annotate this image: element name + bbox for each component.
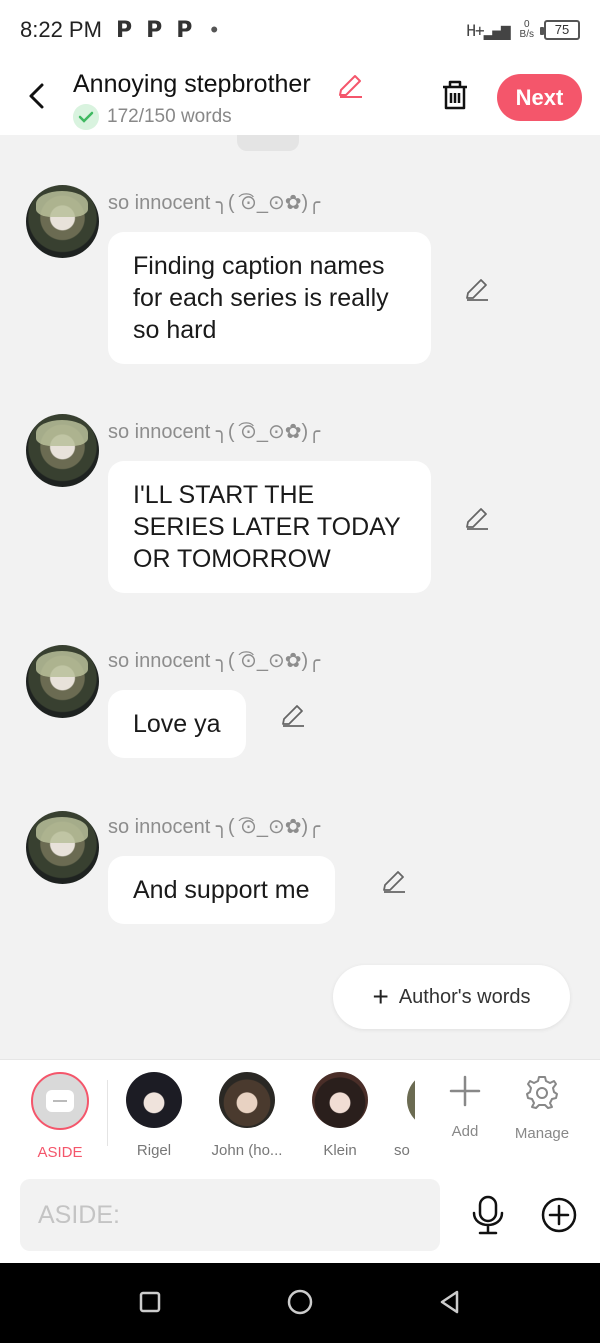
back-triangle-icon[interactable]	[435, 1287, 465, 1317]
next-button[interactable]: Next	[497, 74, 582, 121]
check-icon	[73, 104, 99, 130]
divider	[107, 1080, 108, 1146]
recents-square-icon[interactable]	[135, 1287, 165, 1317]
sender-avatar[interactable]	[26, 811, 99, 884]
plus-icon	[449, 1075, 481, 1107]
character-avatar	[126, 1072, 182, 1128]
back-arrow-icon[interactable]	[22, 80, 52, 112]
character-avatar	[407, 1072, 415, 1128]
character-avatar	[219, 1072, 275, 1128]
character-bar: ASIDE Rigel John (ho... Klein so i Add M…	[0, 1059, 600, 1167]
scroll-handle[interactable]	[237, 135, 299, 151]
character-so-innocent[interactable]: so i	[380, 1072, 415, 1159]
add-label: Add	[451, 1123, 479, 1140]
edit-message-pencil-icon[interactable]	[464, 277, 490, 303]
status-bar: 8:22 PM P P P • H+▂▄▆ 0 B/s 75	[0, 0, 600, 60]
add-character-button[interactable]: Add	[430, 1074, 500, 1140]
edit-title-pencil-icon[interactable]	[336, 72, 364, 100]
character-avatar	[312, 1072, 368, 1128]
edit-message-pencil-icon[interactable]	[464, 506, 490, 532]
sender-name: so innocent ╮( ͡⊙_⊙✿)╭	[108, 816, 321, 838]
edit-message-pencil-icon[interactable]	[280, 703, 306, 729]
sender-avatar[interactable]	[26, 185, 99, 258]
character-name: ASIDE	[37, 1144, 83, 1161]
notification-p-icon: P	[115, 17, 133, 43]
aside-icon	[31, 1072, 89, 1130]
character-name: Rigel	[136, 1142, 172, 1159]
sender-name: so innocent ╮( ͡⊙_⊙✿)╭	[108, 421, 321, 443]
notification-dot: •	[210, 17, 219, 42]
sender-avatar[interactable]	[26, 645, 99, 718]
notification-p-icon: P	[146, 17, 163, 43]
editor-header: Annoying stepbrother 172/150 words Next	[0, 60, 600, 135]
plus-icon: +	[372, 981, 389, 1012]
sender-name: so innocent ╮( ͡⊙_⊙✿)╭	[108, 192, 321, 214]
manage-label: Manage	[514, 1125, 570, 1142]
character-rigel[interactable]: Rigel	[114, 1072, 194, 1159]
input-row	[0, 1167, 600, 1263]
status-time: 8:22 PM	[20, 17, 102, 42]
character-name: John (ho...	[211, 1142, 283, 1159]
message-bubble[interactable]: And support me	[108, 856, 335, 924]
network-type: H+▂▄▆	[466, 20, 510, 40]
authors-words-label: Author's words	[398, 985, 531, 1008]
microphone-icon[interactable]	[470, 1195, 506, 1235]
battery-icon: 75	[540, 20, 580, 40]
character-klein[interactable]: Klein	[300, 1072, 380, 1159]
notification-p-icon: P	[176, 17, 193, 43]
character-john[interactable]: John (ho...	[207, 1072, 287, 1159]
add-circle-icon[interactable]	[540, 1196, 578, 1234]
data-rate: 0 B/s	[519, 19, 534, 40]
message-bubble[interactable]: I'LL START THE SERIES LATER TODAY OR TOM…	[108, 461, 431, 593]
aside-input[interactable]	[20, 1179, 440, 1251]
character-name: so i	[394, 1142, 415, 1159]
chat-area[interactable]: so innocent ╮( ͡⊙_⊙✿)╭ Finding caption n…	[0, 135, 600, 1059]
word-count: 172/150 words	[107, 106, 232, 127]
message-bubble[interactable]: Love ya	[108, 690, 246, 758]
home-circle-icon[interactable]	[285, 1287, 315, 1317]
character-name: Klein	[323, 1142, 357, 1159]
manage-button[interactable]: Manage	[507, 1074, 577, 1142]
authors-words-button[interactable]: + Author's words	[333, 965, 570, 1029]
sender-name: so innocent ╮( ͡⊙_⊙✿)╭	[108, 650, 321, 672]
character-aside[interactable]: ASIDE	[20, 1072, 100, 1161]
system-nav-bar	[0, 1263, 600, 1343]
trash-icon[interactable]	[439, 78, 471, 112]
gear-icon	[526, 1076, 558, 1109]
edit-message-pencil-icon[interactable]	[381, 869, 407, 895]
story-title[interactable]: Annoying stepbrother	[73, 70, 311, 99]
message-bubble[interactable]: Finding caption names for each series is…	[108, 232, 431, 364]
sender-avatar[interactable]	[26, 414, 99, 487]
